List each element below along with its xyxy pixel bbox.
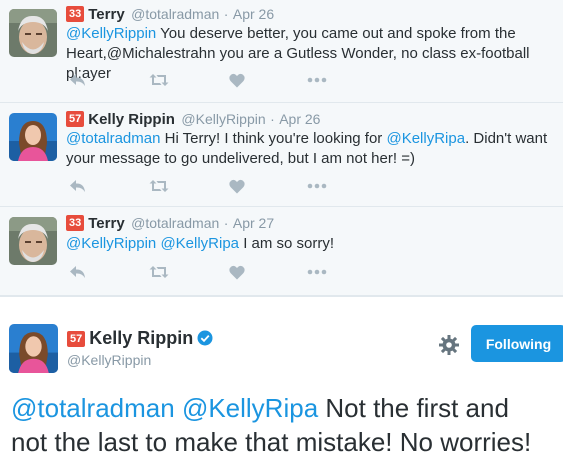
author-name[interactable]: Terry [88, 6, 124, 23]
mention-link[interactable]: @KellyRipa [160, 235, 239, 252]
score-badge: 33 [66, 6, 85, 22]
author-name-row: 57 Kelly Rippin [67, 328, 213, 351]
score-badge: 57 [66, 111, 85, 127]
tweet-3[interactable]: 33 Terry @totalradman · Apr 27 @KellyRipp… [0, 207, 563, 296]
like-icon[interactable] [225, 176, 249, 196]
mention-link[interactable]: @KellyRippin [66, 25, 156, 42]
author-name[interactable]: Kelly Rippin [89, 328, 193, 348]
retweet-icon[interactable] [147, 176, 171, 196]
mention-link[interactable]: @totalradman [66, 130, 160, 147]
mention-link[interactable]: @KellyRipa [386, 130, 465, 147]
main-tweet: 57 Kelly Rippin @KellyRippin @totalradman… [0, 296, 563, 468]
author-name[interactable]: Terry [88, 215, 124, 232]
tweet-header: 33 Terry @totalradman · Apr 27 [66, 215, 274, 233]
mention-link[interactable]: @KellyRipa [182, 393, 318, 423]
author-handle[interactable]: @KellyRippin [181, 111, 265, 127]
tweet-text: @totalradman Hi Terry! I think you're lo… [66, 129, 551, 169]
author-handle[interactable]: @totalradman [131, 215, 219, 231]
separator-dot: · [223, 215, 229, 231]
more-icon[interactable] [305, 262, 329, 282]
timestamp[interactable]: Apr 27 [233, 215, 274, 231]
avatar-terry[interactable] [9, 217, 57, 265]
following-button[interactable]: Following [471, 325, 563, 362]
timestamp[interactable]: Apr 26 [279, 111, 320, 127]
gear-icon[interactable] [438, 334, 460, 356]
reply-icon[interactable] [66, 262, 90, 282]
author-handle[interactable]: @totalradman [131, 6, 219, 22]
author-handle[interactable]: @KellyRippin [67, 352, 151, 368]
reply-icon[interactable] [66, 70, 90, 90]
mention-link[interactable]: @totalradman [11, 393, 175, 423]
separator-dot: · [270, 111, 275, 127]
tweet-body-text: I am so sorry! [239, 235, 335, 252]
tweet-body-text: Hi Terry! I think you're looking for [160, 130, 387, 147]
avatar-terry[interactable] [9, 9, 57, 57]
verified-icon [197, 330, 213, 351]
tweet-1[interactable]: 33 Terry @totalradman · Apr 26 @KellyRipp… [0, 0, 563, 103]
retweet-icon[interactable] [147, 70, 171, 90]
mention-link[interactable]: @KellyRippin [66, 235, 156, 252]
retweet-icon[interactable] [147, 262, 171, 282]
timestamp[interactable]: Apr 26 [233, 6, 274, 22]
like-icon[interactable] [225, 70, 249, 90]
more-icon[interactable] [305, 70, 329, 90]
avatar-kelly[interactable] [9, 324, 58, 373]
more-icon[interactable] [305, 176, 329, 196]
tweet-text: @KellyRippin @KellyRipa I am so sorry! [66, 234, 551, 254]
author-name[interactable]: Kelly Rippin [88, 111, 175, 128]
separator-dot: · [223, 6, 229, 22]
tweet-2[interactable]: 57 Kelly Rippin @KellyRippin · Apr 26 @to… [0, 103, 563, 207]
tweet-header: 33 Terry @totalradman · Apr 26 [66, 6, 274, 24]
tweet-header: 57 Kelly Rippin @KellyRippin · Apr 26 [66, 111, 320, 129]
like-icon[interactable] [225, 262, 249, 282]
score-badge: 33 [66, 215, 85, 231]
score-badge: 57 [67, 331, 86, 347]
reply-icon[interactable] [66, 176, 90, 196]
main-tweet-text: @totalradman @KellyRipa Not the first an… [11, 391, 551, 459]
avatar-kelly[interactable] [9, 113, 57, 161]
